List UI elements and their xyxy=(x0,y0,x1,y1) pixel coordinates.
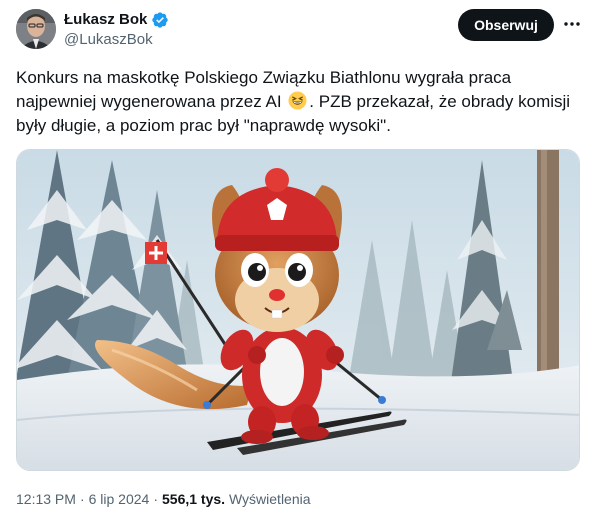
avatar[interactable] xyxy=(16,9,56,49)
author-handle[interactable]: @LukaszBok xyxy=(64,30,169,50)
follow-button[interactable]: Obserwuj xyxy=(458,9,554,41)
meta-separator: · xyxy=(153,491,158,507)
tweet-text: Konkurs na maskotkę Polskiego Związku Bi… xyxy=(16,66,576,138)
name-row: Łukasz Bok xyxy=(64,10,169,29)
tweet-meta: 12:13 PM · 6 lip 2024 · 556,1 tys. Wyświetle… xyxy=(16,490,311,508)
author-info: Łukasz Bok @LukaszBok xyxy=(64,10,169,50)
avatar-photo xyxy=(16,9,56,49)
meta-separator: · xyxy=(79,491,85,507)
more-options-icon[interactable] xyxy=(562,14,582,34)
verified-badge-icon[interactable] xyxy=(151,11,169,29)
grinning-squinting-face-icon xyxy=(288,91,307,110)
tweet-media-image[interactable] xyxy=(16,149,580,471)
views-count: 556,1 tys. xyxy=(162,491,226,507)
tweet: Łukasz Bok @LukaszBok Obserwuj Konkurs n… xyxy=(0,0,593,521)
author-name[interactable]: Łukasz Bok xyxy=(64,10,147,29)
tweet-date[interactable]: 6 lip 2024 xyxy=(89,491,150,507)
tweet-time[interactable]: 12:13 PM xyxy=(16,491,76,507)
squirrel-biathlon-mascot-image xyxy=(17,150,579,470)
views-label: Wyświetlenia xyxy=(228,491,311,507)
